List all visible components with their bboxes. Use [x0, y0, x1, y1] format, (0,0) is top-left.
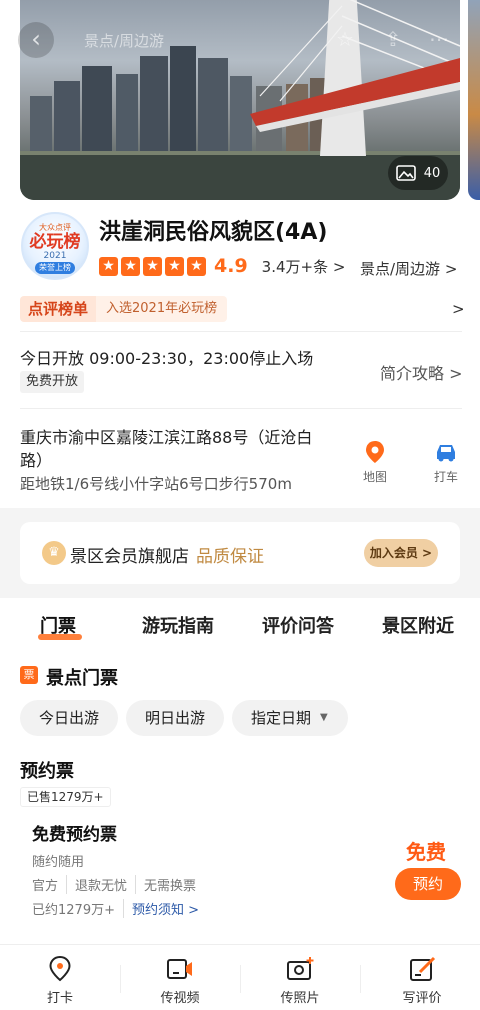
- book-button[interactable]: 预约: [395, 868, 461, 900]
- ticket-type-title: 预约票: [20, 761, 74, 782]
- tab-tickets[interactable]: 门票: [40, 612, 76, 638]
- caret-down-icon: ▼: [320, 712, 328, 723]
- poi-info-card: 大众点评 必玩榜 2021 荣誉上榜 洪崖洞民俗风貌区(4A) ★ ★ ★ ★ …: [0, 212, 480, 508]
- tickets-panel: 门票 游玩指南 评价问答 景区附近 票 景点门票 今日出游 明日出游 指定日期 …: [0, 598, 480, 948]
- taxi-button[interactable]: 打车: [426, 440, 466, 485]
- ticket-tag: 官方: [32, 879, 59, 894]
- badge-year: 2021: [43, 251, 67, 261]
- booking-notice-link[interactable]: 预约须知 >: [122, 899, 199, 918]
- map-label: 地图: [362, 470, 387, 484]
- booked-count: 已约1279万+: [32, 903, 115, 918]
- edit-review-icon: [410, 956, 436, 981]
- car-icon: [437, 445, 455, 462]
- metro-distance: 距地铁1/6号线小什字站6号口步行570m: [20, 475, 292, 493]
- ticket-tags: 官方 退款无忧 无需换票: [32, 875, 204, 894]
- write-review-label: 写评价: [402, 991, 442, 1006]
- star-icon: ★: [187, 256, 206, 276]
- ticket-tag: 无需换票: [135, 875, 204, 894]
- more-icon[interactable]: ⋯: [424, 24, 454, 54]
- member-slogan: 品质保证: [196, 547, 264, 567]
- section-title: 景点门票: [46, 668, 118, 689]
- sold-count-tag: 已售1279万+: [20, 787, 111, 807]
- divider: [240, 965, 241, 993]
- category-link[interactable]: 景点/周边游 >: [360, 258, 457, 279]
- chevron-left-icon: ‹: [31, 25, 41, 53]
- date-pick-label: 指定日期: [250, 709, 311, 727]
- divider: [20, 331, 462, 332]
- upload-video-button[interactable]: 传视频: [140, 955, 220, 1006]
- opening-hours: 今日开放 09:00-23:30，23:00停止入场: [20, 349, 314, 368]
- divider: [120, 965, 121, 993]
- rating-row[interactable]: ★ ★ ★ ★ ★ 4.9 3.4万+条 >: [99, 255, 345, 277]
- hero-gallery[interactable]: ‹ 景点/周边游 ☆ ⇪ ⋯ 40: [0, 0, 480, 212]
- next-photo-peek[interactable]: [468, 0, 480, 200]
- ticket-price: 免费: [406, 840, 446, 864]
- tab-reviews-qa[interactable]: 评价问答: [262, 612, 334, 638]
- ticket-usage-note: 随约随用: [32, 855, 85, 870]
- address[interactable]: 重庆市渝中区嘉陵江滨江路88号（近沧白路）: [20, 426, 330, 472]
- poi-name: 洪崖洞民俗风貌区(4A): [99, 220, 328, 245]
- nav-title: 景点/周边游: [84, 32, 165, 50]
- ranking-tag: 点评榜单: [20, 296, 97, 322]
- back-button[interactable]: ‹: [18, 22, 54, 58]
- bottom-action-bar: 打卡 传视频 传照片 写评价: [0, 944, 480, 1010]
- chevron-right-icon[interactable]: >: [452, 300, 465, 318]
- join-member-button[interactable]: 加入会员 >: [364, 539, 438, 567]
- ranking-text: 入选2021年必玩榜: [96, 296, 228, 322]
- ticket-name[interactable]: 免费预约票: [32, 820, 117, 845]
- member-store-title: 景区会员旗舰店: [70, 547, 189, 567]
- checkin-label: 打卡: [46, 991, 73, 1006]
- map-button[interactable]: 地图: [355, 440, 395, 485]
- write-review-button[interactable]: 写评价: [382, 955, 462, 1006]
- camera-plus-icon: [287, 957, 314, 980]
- free-admission-tag: 免费开放: [20, 371, 85, 393]
- tab-guide[interactable]: 游玩指南: [142, 612, 214, 638]
- review-count-link[interactable]: 3.4万+条 >: [262, 256, 346, 277]
- star-icon: ★: [121, 256, 140, 276]
- photo-count-badge[interactable]: 40: [388, 156, 448, 190]
- date-pick-pill[interactable]: 指定日期 ▼: [232, 700, 348, 736]
- photo-count-label: 40: [423, 165, 441, 181]
- must-play-badge: 大众点评 必玩榜 2021 荣誉上榜: [21, 212, 89, 280]
- upload-photo-label: 传照片: [280, 991, 320, 1006]
- rating-score: 4.9: [214, 255, 248, 277]
- date-today-pill[interactable]: 今日出游: [20, 700, 118, 736]
- ticket-icon: 票: [20, 666, 38, 684]
- member-store-banner[interactable]: ♛ 景区会员旗舰店 品质保证 加入会员 >: [20, 522, 460, 584]
- ticket-tag: 退款无忧: [66, 875, 135, 894]
- upload-video-label: 传视频: [160, 991, 200, 1006]
- location-pin-icon: [49, 955, 71, 982]
- image-icon: [395, 165, 416, 181]
- badge-title: 必玩榜: [29, 232, 81, 252]
- divider: [360, 965, 361, 993]
- video-camera-icon: [167, 959, 192, 979]
- ranking-row[interactable]: 点评榜单 入选2021年必玩榜: [20, 296, 228, 322]
- star-icon: ★: [99, 256, 118, 276]
- intro-guide-link[interactable]: 简介攻略 >: [380, 360, 463, 384]
- favorite-icon[interactable]: ☆: [330, 24, 360, 54]
- ticket-booked-row: 已约1279万+ 预约须知 >: [32, 899, 199, 918]
- badge-tag: 荣誉上榜: [35, 262, 75, 274]
- checkin-button[interactable]: 打卡: [20, 955, 100, 1006]
- crown-icon: ♛: [42, 541, 66, 565]
- share-icon[interactable]: ⇪: [378, 24, 408, 54]
- taxi-label: 打车: [433, 470, 458, 484]
- star-icon: ★: [165, 256, 184, 276]
- map-pin-icon: [366, 441, 384, 463]
- upload-photo-button[interactable]: 传照片: [260, 955, 340, 1006]
- tab-nearby[interactable]: 景区附近: [382, 612, 454, 638]
- divider: [20, 408, 462, 409]
- date-tomorrow-pill[interactable]: 明日出游: [126, 700, 224, 736]
- star-icon: ★: [143, 256, 162, 276]
- content-tabs: 门票 游玩指南 评价问答 景区附近: [0, 598, 480, 650]
